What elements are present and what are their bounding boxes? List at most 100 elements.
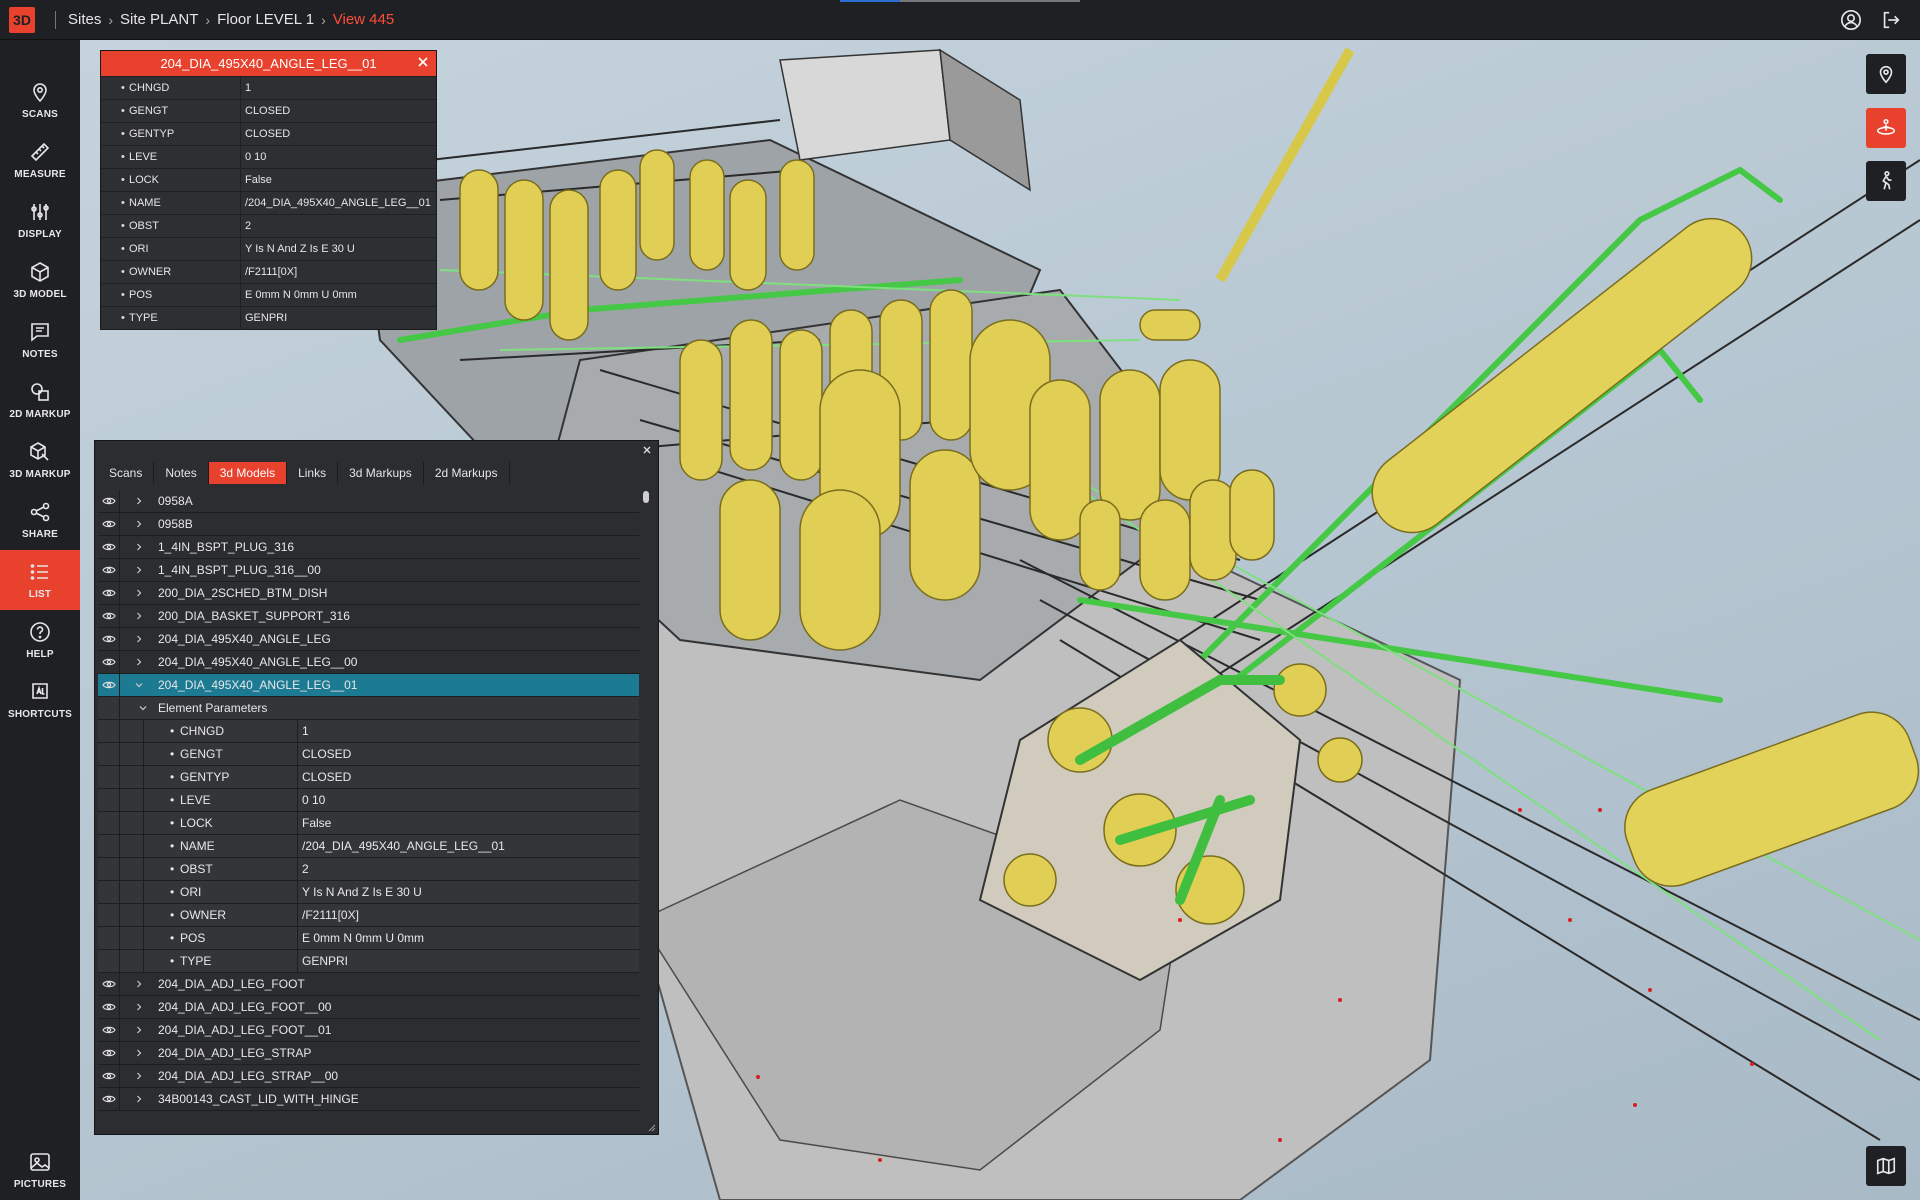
breadcrumb-item[interactable]: Site PLANT — [120, 11, 198, 28]
model-element-list[interactable]: 0958A 0958B 1_4IN_BSPT_PLUG_316 1_4IN_BSPT_… — [98, 490, 639, 1111]
property-key: LEVE — [101, 146, 241, 168]
left-sidebar: SCANS MEASURE DISPLAY 3D MODEL NOTES 2D MARKU… — [0, 40, 80, 1200]
chevron-right-icon — [137, 1026, 142, 1034]
visibility-toggle[interactable] — [98, 996, 120, 1018]
breadcrumb-item[interactable]: Floor LEVEL 1 — [217, 11, 314, 28]
sidebar-item-measure[interactable]: MEASURE — [0, 130, 80, 190]
expand-toggle[interactable] — [132, 678, 146, 692]
visibility-toggle[interactable] — [98, 1042, 120, 1064]
sidebar-item-display[interactable]: DISPLAY — [0, 190, 80, 250]
close-icon[interactable] — [641, 444, 653, 456]
visibility-toggle[interactable] — [98, 582, 120, 604]
list-item[interactable]: 0958B — [98, 513, 639, 536]
expand-toggle[interactable] — [132, 609, 146, 623]
visibility-toggle[interactable] — [98, 490, 120, 512]
tab-links[interactable]: Links — [287, 462, 339, 484]
property-row: ORI Y Is N And Z Is E 30 U — [101, 237, 436, 260]
list-item[interactable]: 204_DIA_ADJ_LEG_FOOT__00 — [98, 996, 639, 1019]
sidebar-item-notes[interactable]: NOTES — [0, 310, 80, 370]
list-item[interactable]: 204_DIA_495X40_ANGLE_LEG__01 — [98, 674, 639, 697]
sidebar-item-list[interactable]: LIST — [0, 550, 80, 610]
list-item[interactable]: 204_DIA_495X40_ANGLE_LEG — [98, 628, 639, 651]
parameter-value: Y Is N And Z Is E 30 U — [302, 885, 422, 899]
list-item-label: 204_DIA_ADJ_LEG_FOOT__01 — [158, 1023, 332, 1037]
tab-2d-markups[interactable]: 2d Markups — [423, 462, 510, 484]
expand-toggle[interactable] — [132, 655, 146, 669]
expand-toggle[interactable] — [132, 540, 146, 554]
expand-toggle[interactable] — [132, 494, 146, 508]
visibility-toggle[interactable] — [98, 628, 120, 650]
expand-toggle[interactable] — [132, 632, 146, 646]
visibility-toggle[interactable] — [98, 674, 120, 696]
expand-toggle[interactable] — [132, 1000, 146, 1014]
visibility-toggle[interactable] — [98, 559, 120, 581]
visibility-eye-icon — [101, 1072, 116, 1080]
visibility-toggle[interactable] — [98, 536, 120, 558]
breadcrumb-item[interactable]: View 445 — [333, 11, 394, 28]
sidebar-item-2d-markup[interactable]: 2D MARKUP — [0, 370, 80, 430]
list-item[interactable]: 1_4IN_BSPT_PLUG_316__00 — [98, 559, 639, 582]
list-item[interactable]: 204_DIA_ADJ_LEG_FOOT__01 — [98, 1019, 639, 1042]
list-item[interactable]: 34B00143_CAST_LID_WITH_HINGE — [98, 1088, 639, 1111]
sidebar-item-share[interactable]: SHARE — [0, 490, 80, 550]
orbit-mode-button[interactable] — [1866, 108, 1906, 148]
logout-icon[interactable] — [1880, 9, 1902, 31]
tab-3d-markups[interactable]: 3d Markups — [338, 462, 424, 484]
scan-location-tool-button[interactable] — [1866, 54, 1906, 94]
walk-mode-button[interactable] — [1866, 161, 1906, 201]
list-item[interactable]: 200_DIA_BASKET_SUPPORT_316 — [98, 605, 639, 628]
breadcrumb-item[interactable]: Sites — [68, 11, 101, 28]
list-item[interactable]: 204_DIA_ADJ_LEG_STRAP__00 — [98, 1065, 639, 1088]
visibility-toggle[interactable] — [98, 1065, 120, 1087]
sidebar-item-label: SHARE — [21, 529, 58, 540]
sidebar-item-3d-markup[interactable]: 3D MARKUP — [0, 430, 80, 490]
expand-toggle[interactable] — [132, 1069, 146, 1083]
list-item[interactable]: 200_DIA_2SCHED_BTM_DISH — [98, 582, 639, 605]
list-item-label: 1_4IN_BSPT_PLUG_316 — [158, 540, 295, 554]
list-item[interactable]: 204_DIA_ADJ_LEG_FOOT — [98, 973, 639, 996]
expand-toggle[interactable] — [132, 1023, 146, 1037]
visibility-toggle[interactable] — [98, 1088, 120, 1110]
breadcrumb-separator-icon: › — [108, 11, 114, 28]
expand-toggle[interactable] — [132, 1046, 146, 1060]
close-icon[interactable] — [416, 55, 430, 69]
element-parameters-header[interactable]: Element Parameters — [98, 696, 639, 720]
resize-handle-icon[interactable] — [648, 1124, 656, 1132]
expand-toggle[interactable] — [132, 1092, 146, 1106]
app-logo[interactable]: 3D — [9, 6, 35, 33]
minimap-button[interactable] — [1866, 1146, 1906, 1186]
expand-toggle[interactable] — [132, 563, 146, 577]
list-item[interactable]: 0958A — [98, 490, 639, 513]
sidebar-item-pictures[interactable]: PICTURES — [0, 1140, 80, 1200]
visibility-toggle[interactable] — [98, 651, 120, 673]
list-item[interactable]: 1_4IN_BSPT_PLUG_316 — [98, 536, 639, 559]
popup-property-table: CHNGD 1 GENGT CLOSED GENTYP CLOSED LEVE 0 10 LOC… — [101, 76, 436, 329]
sidebar-item-3d-model[interactable]: 3D MODEL — [0, 250, 80, 310]
expand-toggle[interactable] — [132, 517, 146, 531]
visibility-toggle[interactable] — [98, 605, 120, 627]
tab-notes[interactable]: Notes — [154, 462, 209, 484]
expand-toggle[interactable] — [132, 586, 146, 600]
account-icon[interactable] — [1840, 9, 1862, 31]
tab-scans[interactable]: Scans — [98, 462, 155, 484]
expand-toggle[interactable] — [136, 701, 150, 715]
sidebar-item-scans[interactable]: SCANS — [0, 70, 80, 130]
sidebar-item-help[interactable]: HELP — [0, 610, 80, 670]
row-gutter — [120, 950, 144, 972]
list-scrollbar[interactable] — [642, 490, 650, 1111]
sidebar-item-label: NOTES — [22, 349, 58, 360]
visibility-toggle[interactable] — [98, 1019, 120, 1041]
visibility-eye-icon — [101, 497, 116, 505]
list-item[interactable]: 204_DIA_495X40_ANGLE_LEG__00 — [98, 651, 639, 674]
scrollbar-thumb[interactable] — [643, 491, 649, 503]
property-row: OBST 2 — [101, 214, 436, 237]
row-gutter — [98, 789, 120, 811]
sidebar-item-shortcuts[interactable]: SHORTCUTS — [0, 670, 80, 730]
tab-3d-models[interactable]: 3d Models — [208, 462, 288, 484]
visibility-toggle[interactable] — [98, 513, 120, 535]
expand-toggle[interactable] — [132, 977, 146, 991]
list-item[interactable]: 204_DIA_ADJ_LEG_STRAP — [98, 1042, 639, 1065]
chevron-right-icon — [137, 658, 142, 666]
visibility-toggle[interactable] — [98, 973, 120, 995]
list-item-label: 0958B — [158, 517, 193, 531]
